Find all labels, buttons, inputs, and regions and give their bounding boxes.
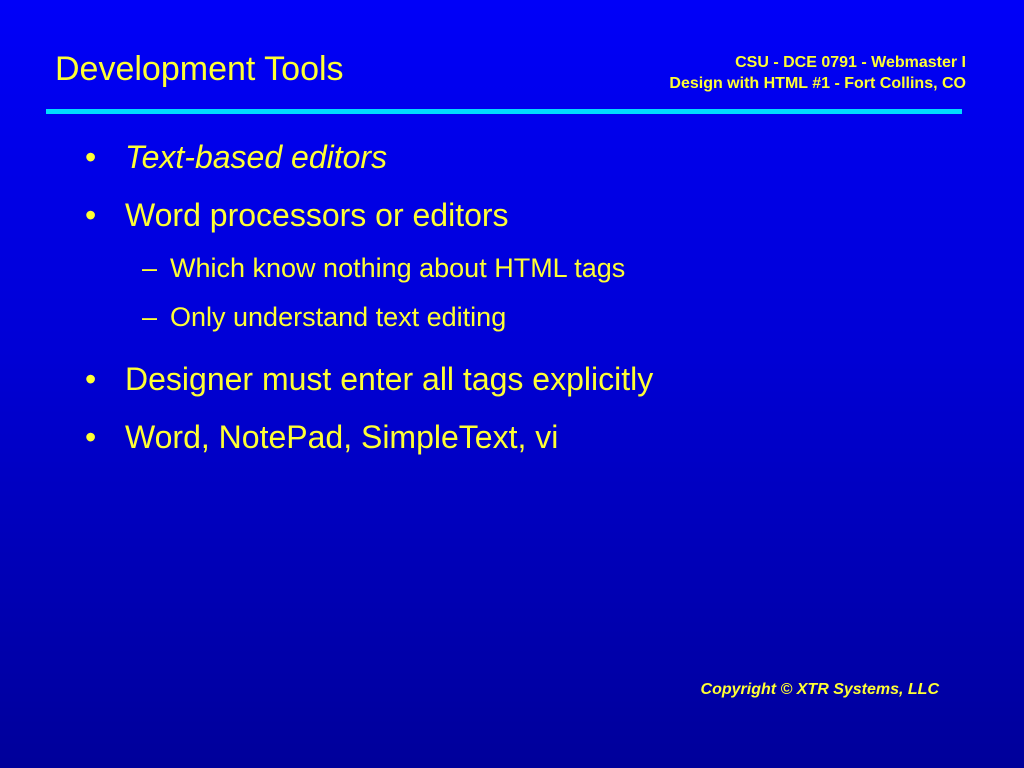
course-info-line-1: CSU - DCE 0791 - Webmaster I bbox=[735, 54, 966, 71]
course-info-line-2: Design with HTML #1 - Fort Collins, CO bbox=[669, 75, 966, 92]
sub-bullet-item: – Only understand text editing bbox=[0, 293, 1024, 342]
sub-bullet-text: Which know nothing about HTML tags bbox=[170, 253, 626, 283]
sub-bullet-marker: – bbox=[142, 253, 158, 283]
copyright-notice: Copyright © XTR Systems, LLC bbox=[700, 681, 939, 698]
bullet-marker: • bbox=[85, 197, 97, 233]
bullet-marker: • bbox=[85, 361, 97, 397]
bullet-item: • Word, NotePad, SimpleText, vi bbox=[0, 408, 1024, 466]
bullet-text: Text-based editors bbox=[125, 139, 388, 175]
bullet-text: Word processors or editors bbox=[125, 197, 509, 233]
bullet-text: Word, NotePad, SimpleText, vi bbox=[125, 419, 559, 455]
sub-bullet-item: – Which know nothing about HTML tags bbox=[0, 244, 1024, 293]
course-info: CSU - DCE 0791 - Webmaster I Design with… bbox=[669, 52, 966, 94]
bullet-item: • Text-based editors bbox=[0, 128, 1024, 186]
bullet-marker: • bbox=[85, 419, 97, 455]
title-divider bbox=[46, 109, 962, 114]
sub-bullet-marker: – bbox=[142, 302, 158, 332]
sub-bullet-text: Only understand text editing bbox=[170, 302, 507, 332]
bullet-list: • Text-based editors • Word processors o… bbox=[0, 128, 1024, 466]
bullet-item: • Word processors or editors bbox=[0, 186, 1024, 244]
bullet-marker: • bbox=[85, 139, 97, 175]
slide: Development Tools CSU - DCE 0791 - Webma… bbox=[0, 0, 1024, 768]
slide-title: Development Tools bbox=[55, 50, 344, 88]
bullet-text: Designer must enter all tags explicitly bbox=[125, 361, 654, 397]
bullet-item: • Designer must enter all tags explicitl… bbox=[0, 350, 1024, 408]
